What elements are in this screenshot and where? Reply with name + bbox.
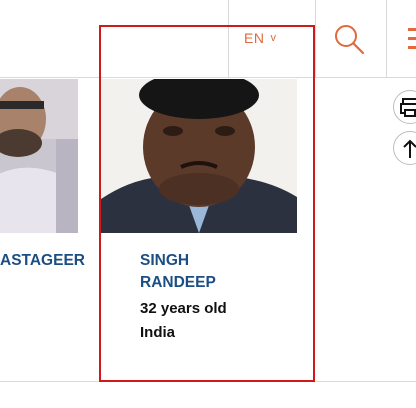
list-bottom-border <box>0 381 416 382</box>
header-divider <box>315 0 316 78</box>
language-label: EN <box>244 30 265 46</box>
person-surname[interactable]: SINGH <box>140 250 216 272</box>
person-name[interactable]: ASTAGEER <box>0 250 85 272</box>
person-name[interactable]: SINGH RANDEEP <box>140 250 216 294</box>
header-divider <box>228 0 229 78</box>
header-divider <box>386 0 387 78</box>
person-forename[interactable]: RANDEEP <box>140 272 216 294</box>
scroll-top-button[interactable] <box>393 131 416 165</box>
print-icon <box>400 98 416 117</box>
search-icon[interactable] <box>333 23 365 55</box>
person-age: 32 years old <box>140 300 227 317</box>
arrow-up-icon <box>403 139 416 158</box>
language-selector[interactable]: EN v <box>244 30 276 46</box>
chevron-down-icon: v <box>270 32 277 44</box>
header-bottom-border <box>0 77 416 78</box>
top-navigation: EN v <box>0 0 416 78</box>
person-nationality: India <box>140 324 176 341</box>
person-photo[interactable] <box>101 79 297 233</box>
print-button[interactable] <box>393 90 416 124</box>
person-photo[interactable] <box>0 79 78 233</box>
hamburger-menu-icon[interactable] <box>408 28 416 50</box>
